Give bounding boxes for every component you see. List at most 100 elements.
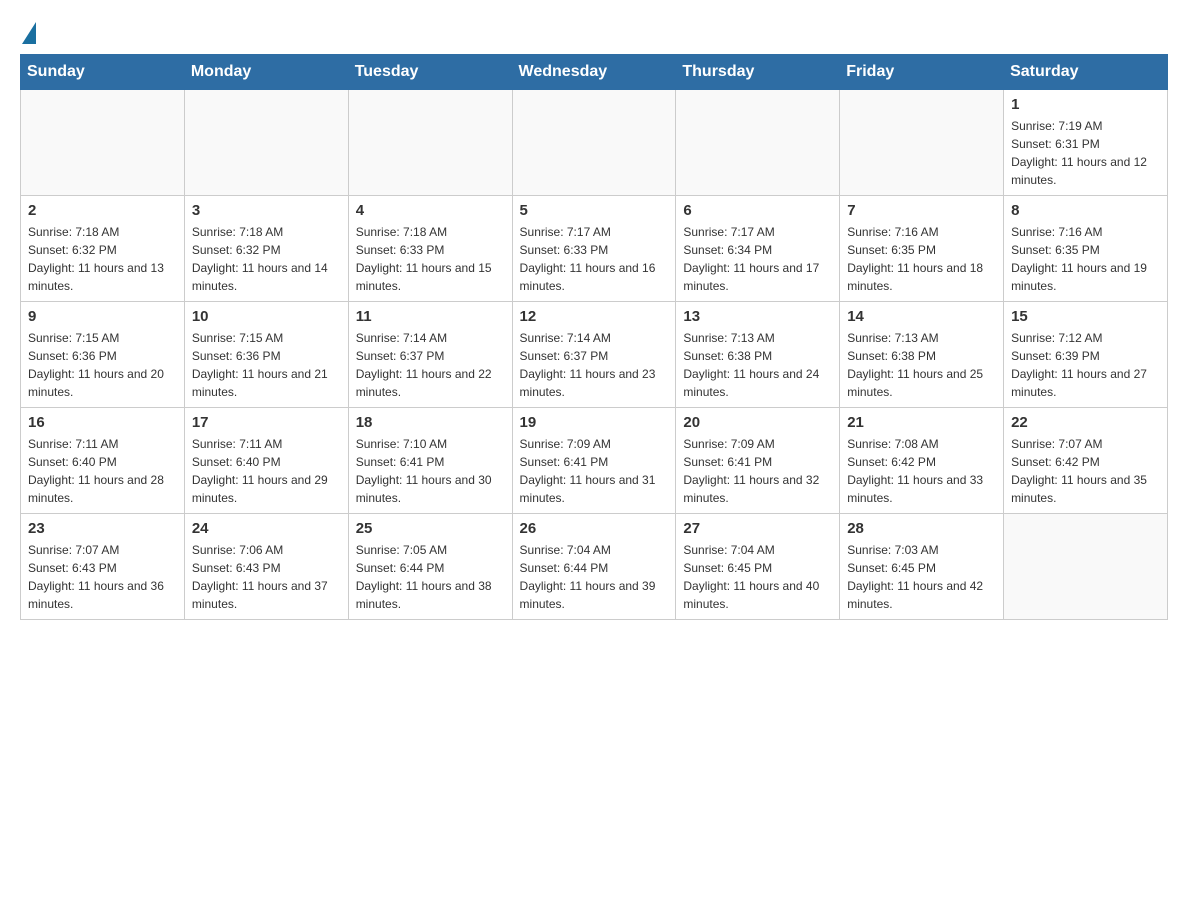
day-number: 12 bbox=[520, 308, 669, 325]
day-info: Sunrise: 7:11 AM Sunset: 6:40 PM Dayligh… bbox=[192, 435, 341, 507]
calendar-week-row: 9 Sunrise: 7:15 AM Sunset: 6:36 PM Daylig… bbox=[21, 302, 1168, 408]
calendar-cell: 19Sunrise: 7:09 AM Sunset: 6:41 PM Dayli… bbox=[512, 408, 676, 514]
day-info: Sunrise: 7:09 AM Sunset: 6:41 PM Dayligh… bbox=[683, 435, 832, 507]
calendar-cell: 6 Sunrise: 7:17 AM Sunset: 6:34 PM Daylig… bbox=[676, 196, 840, 302]
day-number: 11 bbox=[356, 308, 505, 325]
calendar-week-row: 16 Sunrise: 7:11 AM Sunset: 6:40 PM Dayli… bbox=[21, 408, 1168, 514]
calendar-table: SundayMondayTuesdayWednesdayThursdayFrid… bbox=[20, 54, 1168, 620]
day-number: 23 bbox=[28, 520, 177, 537]
day-info: Sunrise: 7:15 AM Sunset: 6:36 PM Dayligh… bbox=[28, 329, 177, 401]
calendar-cell: 12 Sunrise: 7:14 AM Sunset: 6:37 PM Dayli… bbox=[512, 302, 676, 408]
day-info: Sunrise: 7:18 AM Sunset: 6:33 PM Dayligh… bbox=[356, 223, 505, 295]
calendar-cell: 1Sunrise: 7:19 AM Sunset: 6:31 PM Daylig… bbox=[1004, 90, 1168, 196]
day-number: 8 bbox=[1011, 202, 1160, 219]
day-header-friday: Friday bbox=[840, 55, 1004, 90]
day-info: Sunrise: 7:14 AM Sunset: 6:37 PM Dayligh… bbox=[520, 329, 669, 401]
calendar-cell: 11 Sunrise: 7:14 AM Sunset: 6:37 PM Dayli… bbox=[348, 302, 512, 408]
calendar-cell: 27 Sunrise: 7:04 AM Sunset: 6:45 PM Dayli… bbox=[676, 514, 840, 620]
day-header-thursday: Thursday bbox=[676, 55, 840, 90]
day-info: Sunrise: 7:12 AM Sunset: 6:39 PM Dayligh… bbox=[1011, 329, 1160, 401]
calendar-cell: 17 Sunrise: 7:11 AM Sunset: 6:40 PM Dayli… bbox=[184, 408, 348, 514]
calendar-cell bbox=[676, 90, 840, 196]
calendar-cell bbox=[184, 90, 348, 196]
calendar-cell: 10 Sunrise: 7:15 AM Sunset: 6:36 PM Dayli… bbox=[184, 302, 348, 408]
day-info: Sunrise: 7:06 AM Sunset: 6:43 PM Dayligh… bbox=[192, 541, 341, 613]
day-info: Sunrise: 7:04 AM Sunset: 6:45 PM Dayligh… bbox=[683, 541, 832, 613]
day-info: Sunrise: 7:14 AM Sunset: 6:37 PM Dayligh… bbox=[356, 329, 505, 401]
day-number: 5 bbox=[520, 202, 669, 219]
day-header-tuesday: Tuesday bbox=[348, 55, 512, 90]
day-number: 6 bbox=[683, 202, 832, 219]
day-number: 21 bbox=[847, 414, 996, 431]
calendar-cell: 18Sunrise: 7:10 AM Sunset: 6:41 PM Dayli… bbox=[348, 408, 512, 514]
page-header bbox=[20, 20, 1168, 44]
day-number: 26 bbox=[520, 520, 669, 537]
day-number: 24 bbox=[192, 520, 341, 537]
day-info: Sunrise: 7:08 AM Sunset: 6:42 PM Dayligh… bbox=[847, 435, 996, 507]
calendar-week-row: 1Sunrise: 7:19 AM Sunset: 6:31 PM Daylig… bbox=[21, 90, 1168, 196]
day-number: 2 bbox=[28, 202, 177, 219]
calendar-cell: 25 Sunrise: 7:05 AM Sunset: 6:44 PM Dayli… bbox=[348, 514, 512, 620]
calendar-cell: 23 Sunrise: 7:07 AM Sunset: 6:43 PM Dayli… bbox=[21, 514, 185, 620]
day-info: Sunrise: 7:16 AM Sunset: 6:35 PM Dayligh… bbox=[847, 223, 996, 295]
day-info: Sunrise: 7:04 AM Sunset: 6:44 PM Dayligh… bbox=[520, 541, 669, 613]
calendar-cell: 13Sunrise: 7:13 AM Sunset: 6:38 PM Dayli… bbox=[676, 302, 840, 408]
day-info: Sunrise: 7:18 AM Sunset: 6:32 PM Dayligh… bbox=[28, 223, 177, 295]
day-header-sunday: Sunday bbox=[21, 55, 185, 90]
day-info: Sunrise: 7:10 AM Sunset: 6:41 PM Dayligh… bbox=[356, 435, 505, 507]
calendar-cell bbox=[21, 90, 185, 196]
day-number: 14 bbox=[847, 308, 996, 325]
calendar-cell: 5 Sunrise: 7:17 AM Sunset: 6:33 PM Daylig… bbox=[512, 196, 676, 302]
calendar-cell: 24 Sunrise: 7:06 AM Sunset: 6:43 PM Dayli… bbox=[184, 514, 348, 620]
day-info: Sunrise: 7:05 AM Sunset: 6:44 PM Dayligh… bbox=[356, 541, 505, 613]
day-info: Sunrise: 7:07 AM Sunset: 6:42 PM Dayligh… bbox=[1011, 435, 1160, 507]
day-header-monday: Monday bbox=[184, 55, 348, 90]
day-info: Sunrise: 7:13 AM Sunset: 6:38 PM Dayligh… bbox=[683, 329, 832, 401]
calendar-cell bbox=[348, 90, 512, 196]
calendar-week-row: 23 Sunrise: 7:07 AM Sunset: 6:43 PM Dayli… bbox=[21, 514, 1168, 620]
day-number: 7 bbox=[847, 202, 996, 219]
calendar-cell: 8 Sunrise: 7:16 AM Sunset: 6:35 PM Daylig… bbox=[1004, 196, 1168, 302]
day-info: Sunrise: 7:15 AM Sunset: 6:36 PM Dayligh… bbox=[192, 329, 341, 401]
calendar-cell: 28Sunrise: 7:03 AM Sunset: 6:45 PM Dayli… bbox=[840, 514, 1004, 620]
day-header-saturday: Saturday bbox=[1004, 55, 1168, 90]
day-number: 16 bbox=[28, 414, 177, 431]
calendar-cell: 2 Sunrise: 7:18 AM Sunset: 6:32 PM Daylig… bbox=[21, 196, 185, 302]
calendar-cell: 9 Sunrise: 7:15 AM Sunset: 6:36 PM Daylig… bbox=[21, 302, 185, 408]
calendar-cell: 15 Sunrise: 7:12 AM Sunset: 6:39 PM Dayli… bbox=[1004, 302, 1168, 408]
day-info: Sunrise: 7:03 AM Sunset: 6:45 PM Dayligh… bbox=[847, 541, 996, 613]
day-number: 25 bbox=[356, 520, 505, 537]
day-number: 22 bbox=[1011, 414, 1160, 431]
day-number: 15 bbox=[1011, 308, 1160, 325]
calendar-cell: 16 Sunrise: 7:11 AM Sunset: 6:40 PM Dayli… bbox=[21, 408, 185, 514]
day-number: 9 bbox=[28, 308, 177, 325]
day-info: Sunrise: 7:11 AM Sunset: 6:40 PM Dayligh… bbox=[28, 435, 177, 507]
calendar-cell: 21 Sunrise: 7:08 AM Sunset: 6:42 PM Dayli… bbox=[840, 408, 1004, 514]
calendar-header-row: SundayMondayTuesdayWednesdayThursdayFrid… bbox=[21, 55, 1168, 90]
calendar-cell bbox=[840, 90, 1004, 196]
calendar-cell bbox=[512, 90, 676, 196]
calendar-cell: 7 Sunrise: 7:16 AM Sunset: 6:35 PM Daylig… bbox=[840, 196, 1004, 302]
calendar-cell: 22 Sunrise: 7:07 AM Sunset: 6:42 PM Dayli… bbox=[1004, 408, 1168, 514]
day-info: Sunrise: 7:07 AM Sunset: 6:43 PM Dayligh… bbox=[28, 541, 177, 613]
day-info: Sunrise: 7:17 AM Sunset: 6:34 PM Dayligh… bbox=[683, 223, 832, 295]
day-number: 1 bbox=[1011, 96, 1160, 113]
day-number: 27 bbox=[683, 520, 832, 537]
calendar-cell: 20 Sunrise: 7:09 AM Sunset: 6:41 PM Dayli… bbox=[676, 408, 840, 514]
calendar-cell: 4 Sunrise: 7:18 AM Sunset: 6:33 PM Daylig… bbox=[348, 196, 512, 302]
day-number: 20 bbox=[683, 414, 832, 431]
day-number: 19 bbox=[520, 414, 669, 431]
day-header-wednesday: Wednesday bbox=[512, 55, 676, 90]
day-info: Sunrise: 7:17 AM Sunset: 6:33 PM Dayligh… bbox=[520, 223, 669, 295]
logo bbox=[20, 20, 40, 44]
day-info: Sunrise: 7:13 AM Sunset: 6:38 PM Dayligh… bbox=[847, 329, 996, 401]
calendar-cell: 14 Sunrise: 7:13 AM Sunset: 6:38 PM Dayli… bbox=[840, 302, 1004, 408]
calendar-week-row: 2 Sunrise: 7:18 AM Sunset: 6:32 PM Daylig… bbox=[21, 196, 1168, 302]
calendar-cell: 3Sunrise: 7:18 AM Sunset: 6:32 PM Daylig… bbox=[184, 196, 348, 302]
calendar-cell bbox=[1004, 514, 1168, 620]
day-number: 10 bbox=[192, 308, 341, 325]
day-number: 4 bbox=[356, 202, 505, 219]
day-number: 17 bbox=[192, 414, 341, 431]
day-number: 3 bbox=[192, 202, 341, 219]
day-info: Sunrise: 7:16 AM Sunset: 6:35 PM Dayligh… bbox=[1011, 223, 1160, 295]
